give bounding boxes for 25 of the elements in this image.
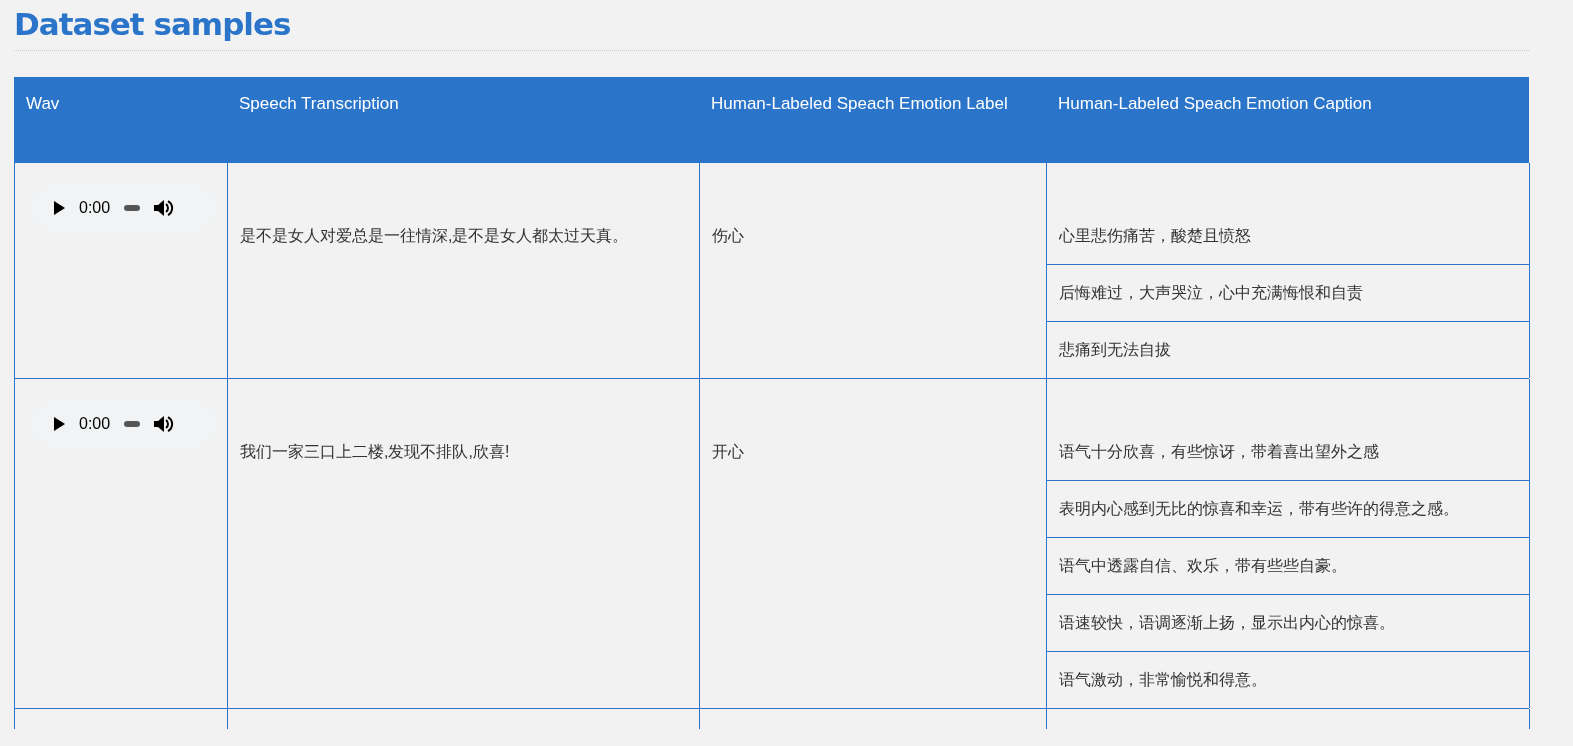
table-cell: 开心 [712, 443, 744, 460]
column-header: Human-Labeled Speach Emotion Label [710, 93, 1009, 115]
volume-icon[interactable] [154, 415, 175, 433]
table-cell: 心里悲伤痛苦，酸楚且愤怒 [1059, 227, 1251, 244]
table-cell: 后悔难过，大声哭泣，心中充满悔恨和自责 [1059, 284, 1363, 301]
table-cell: 语气激动，非常愉悦和得意。 [1059, 671, 1267, 688]
column-header: Wav [25, 93, 61, 115]
table-cell: 语速较快，语调逐渐上扬，显示出内心的惊喜。 [1059, 614, 1395, 631]
section-heading: Dataset samples [14, 5, 292, 44]
audio-time: 0:00 [79, 198, 111, 218]
table-cell: 是不是女人对爱总是一往情深,是不是女人都太过天真。 [240, 227, 629, 244]
column-header: Human-Labeled Speach Emotion Caption [1057, 93, 1373, 115]
table-cell: 伤心 [712, 227, 744, 244]
play-icon[interactable] [53, 201, 65, 215]
table-cell: 表明内心感到无比的惊喜和幸运，带有些许的得意之感。 [1059, 500, 1459, 517]
column-header: Speech Transcription [238, 93, 400, 115]
table-cell: 悲痛到无法自拔 [1059, 341, 1171, 358]
play-icon[interactable] [53, 417, 65, 431]
table-cell: 语气十分欣喜，有些惊讶，带着喜出望外之感 [1059, 443, 1379, 460]
audio-time: 0:00 [79, 414, 111, 434]
progress-track[interactable] [124, 205, 141, 211]
volume-icon[interactable] [154, 199, 175, 217]
progress-track[interactable] [124, 421, 141, 427]
table-cell: 我们一家三口上二楼,发现不排队,欣喜! [240, 443, 510, 460]
table-cell: 语气中透露自信、欢乐，带有些些自豪。 [1059, 557, 1347, 574]
